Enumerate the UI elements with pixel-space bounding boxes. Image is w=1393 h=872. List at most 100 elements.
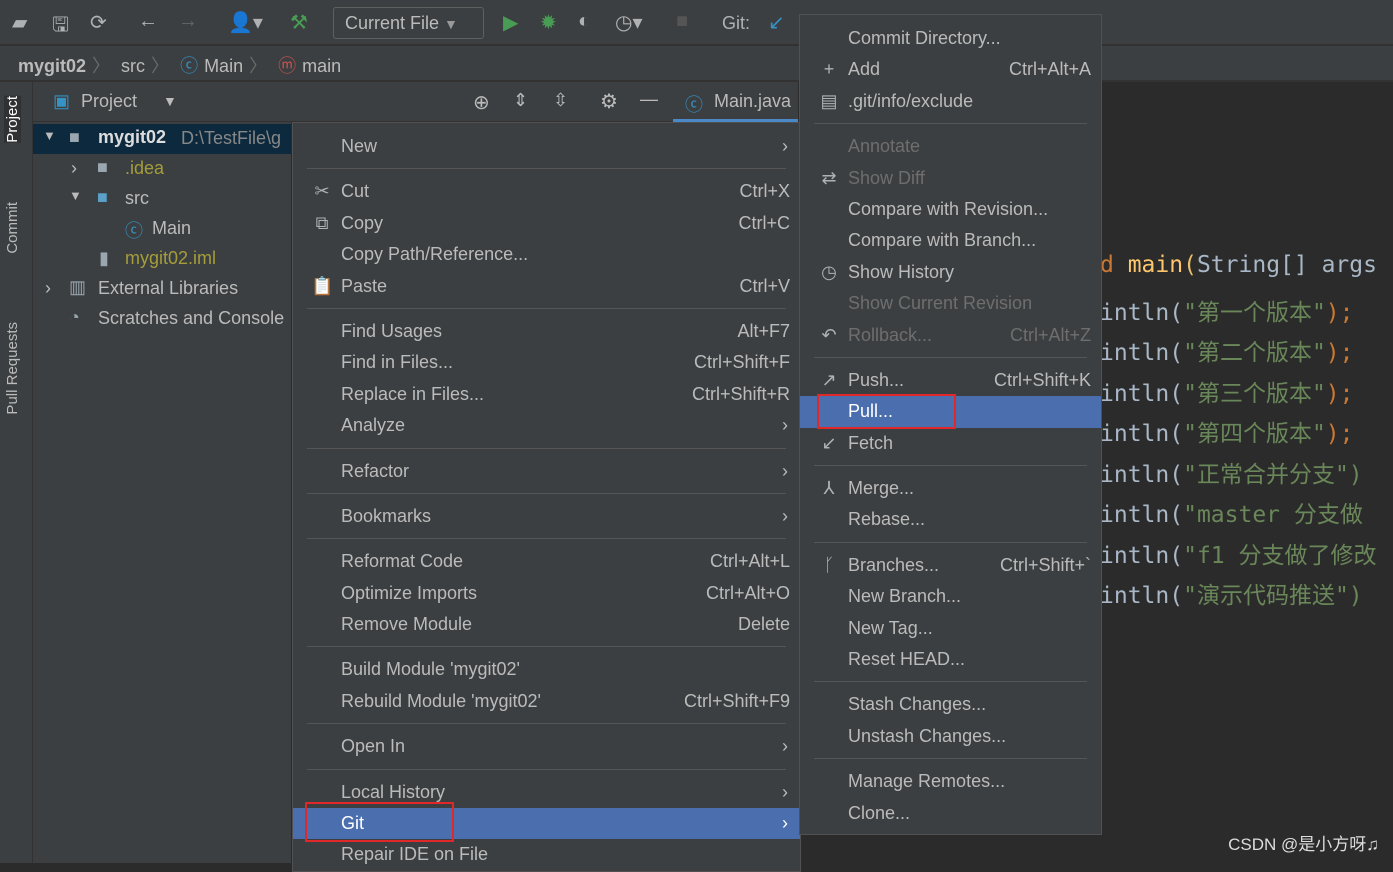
shortcut: Ctrl+Alt+O [705, 582, 790, 603]
build-hammer-icon[interactable]: ⚒ [290, 10, 308, 35]
menu-item-repair-ide-on-file[interactable]: Repair IDE on File [293, 839, 800, 870]
sync-icon[interactable]: ⟳ [90, 10, 107, 35]
menu-item-git-info-exclude[interactable]: ▤ .git/info/exclude [800, 86, 1101, 117]
menu-item-compare-with-branch[interactable]: Compare with Branch... [800, 225, 1101, 256]
project-view-selector[interactable]: Project [81, 91, 137, 112]
menu-item-copy[interactable]: ⧉ Copy Ctrl+C [293, 208, 800, 239]
gear-icon[interactable]: ⚙ [600, 89, 618, 114]
breadcrumb-project[interactable]: mygit02 [18, 56, 86, 76]
shortcut: Delete [737, 614, 790, 635]
chevron-down-icon[interactable]: ▼ [163, 93, 177, 109]
menu-item-build-module-mygit02[interactable]: Build Module 'mygit02' [293, 654, 800, 685]
tab-main-java[interactable]: ⓒ Main.java [673, 82, 798, 122]
code-token: "正常合并分支") [1183, 461, 1363, 488]
tree-item-idea[interactable]: .idea [125, 158, 164, 179]
menu-item-label: Refactor [341, 460, 410, 481]
coverage-icon[interactable]: ◐ [578, 10, 590, 33]
breadcrumb-src[interactable]: src [121, 56, 145, 76]
menu-item-find-in-files[interactable]: Find in Files... Ctrl+Shift+F [293, 347, 800, 378]
menu-item-cut[interactable]: ✂ Cut Ctrl+X [293, 176, 800, 207]
menu-item-paste[interactable]: 📋 Paste Ctrl+V [293, 271, 800, 302]
collapse-all-icon[interactable]: ⇳ [553, 90, 568, 111]
menu-item-refactor[interactable]: Refactor › [293, 456, 800, 487]
breadcrumb-class[interactable]: Main [204, 56, 243, 76]
menu-item-unstash-changes[interactable]: Unstash Changes... [800, 721, 1101, 752]
tree-item-external-libraries[interactable]: External Libraries [98, 278, 238, 299]
run-icon[interactable]: ▶ [503, 10, 518, 35]
menu-item-new-tag[interactable]: New Tag... [800, 613, 1101, 644]
menu-item-branches[interactable]: ᚴ Branches... Ctrl+Shift+` [800, 550, 1101, 581]
menu-item-stash-changes[interactable]: Stash Changes... [800, 689, 1101, 720]
menu-separator [800, 117, 1101, 131]
menu-item-bookmarks[interactable]: Bookmarks › [293, 501, 800, 532]
scratches-icon: ◔ [69, 307, 80, 327]
menu-item-show-current-revision[interactable]: Show Current Revision [800, 288, 1101, 319]
tool-tab-project[interactable]: Project [4, 96, 21, 143]
menu-item-push[interactable]: ↗ Push... Ctrl+Shift+K [800, 365, 1101, 396]
user-icon[interactable]: 👤▾ [228, 10, 263, 35]
chevron-right-icon[interactable]: › [71, 158, 77, 179]
profile-icon[interactable]: ◷▾ [615, 10, 643, 35]
class-icon: ⓒ [125, 221, 143, 241]
menu-item-new-branch[interactable]: New Branch... [800, 581, 1101, 612]
menu-item-remove-module[interactable]: Remove Module Delete [293, 609, 800, 640]
menu-item-copy-path-reference[interactable]: Copy Path/Reference... [293, 239, 800, 270]
shortcut: Ctrl+Alt+Z [1009, 324, 1091, 345]
locate-icon[interactable]: ⊕ [473, 90, 490, 115]
debug-icon[interactable]: ✹ [540, 10, 557, 35]
menu-item-show-diff[interactable]: ⇄ Show Diff [800, 163, 1101, 194]
menu-item-new[interactable]: New › [293, 131, 800, 162]
tree-item-main[interactable]: Main [152, 218, 191, 239]
tool-tab-pull-requests[interactable]: Pull Requests [4, 322, 21, 415]
run-config-dropdown[interactable]: Current File ▼ [333, 7, 484, 39]
menu-separator [293, 442, 800, 456]
menu-item-label: Replace in Files... [341, 383, 485, 404]
menu-item-analyze[interactable]: Analyze › [293, 410, 800, 441]
menu-item-rebuild-module-mygit02[interactable]: Rebuild Module 'mygit02' Ctrl+Shift+F9 [293, 686, 800, 717]
git-update-icon[interactable]: ↙ [768, 10, 785, 35]
tree-item-scratches[interactable]: Scratches and Console [98, 308, 284, 329]
git-label: Git: [722, 13, 751, 33]
menu-item-label: Build Module 'mygit02' [341, 659, 520, 680]
menu-item-show-history[interactable]: ◷ Show History [800, 257, 1101, 288]
tree-item-mygit02[interactable]: mygit02 [98, 127, 166, 148]
tool-tab-commit[interactable]: Commit [4, 202, 21, 254]
menu-item-optimize-imports[interactable]: Optimize Imports Ctrl+Alt+O [293, 578, 800, 609]
breadcrumb-method[interactable]: main [302, 56, 341, 76]
menu-item-rollback[interactable]: ↶ Rollback... Ctrl+Alt+Z [800, 320, 1101, 351]
menu-item-label: Remove Module [341, 614, 473, 635]
menu-item-clone[interactable]: Clone... [800, 798, 1101, 829]
minimize-icon[interactable]: — [640, 89, 658, 110]
menu-item-annotate[interactable]: Annotate [800, 131, 1101, 162]
tree-item-iml[interactable]: mygit02.iml [125, 248, 216, 269]
menu-item-replace-in-files[interactable]: Replace in Files... Ctrl+Shift+R [293, 379, 800, 410]
menu-item-add[interactable]: + Add Ctrl+Alt+A [800, 54, 1101, 85]
menu-separator [800, 536, 1101, 550]
menu-item-commit-directory[interactable]: Commit Directory... [800, 23, 1101, 54]
menu-item-open-in[interactable]: Open In › [293, 731, 800, 762]
menu-item-fetch[interactable]: ↙ Fetch [800, 428, 1101, 459]
code-line: intln("正常合并分支") [1100, 455, 1363, 489]
git-info-exclude-icon: ▤ [820, 90, 838, 111]
stop-icon[interactable]: ■ [676, 10, 688, 33]
save-icon[interactable]: 🖫 [52, 10, 69, 44]
highlight-box-pull [817, 394, 956, 429]
watermark: CSDN @是小方呀♫ [1228, 835, 1379, 854]
menu-item-compare-with-revision[interactable]: Compare with Revision... [800, 194, 1101, 225]
code-token: intln( [1100, 421, 1184, 447]
menu-item-merge[interactable]: ⅄ Merge... [800, 473, 1101, 504]
chevron-down-icon[interactable]: ▼ [69, 188, 82, 203]
expand-all-icon[interactable]: ⇕ [513, 90, 528, 111]
menu-item-manage-remotes[interactable]: Manage Remotes... [800, 766, 1101, 797]
open-folder-icon[interactable]: ▰ [12, 10, 27, 35]
chevron-down-icon[interactable]: ▼ [43, 128, 56, 143]
tree-item-src[interactable]: src [125, 188, 149, 209]
menu-item-reformat-code[interactable]: Reformat Code Ctrl+Alt+L [293, 546, 800, 577]
menu-item-label: Clone... [848, 802, 911, 823]
forward-icon[interactable]: → [178, 10, 198, 33]
menu-item-rebase[interactable]: Rebase... [800, 504, 1101, 535]
chevron-right-icon[interactable]: › [45, 278, 51, 299]
menu-item-find-usages[interactable]: Find Usages Alt+F7 [293, 316, 800, 347]
back-icon[interactable]: ← [138, 10, 158, 33]
menu-item-reset-head[interactable]: Reset HEAD... [800, 644, 1101, 675]
